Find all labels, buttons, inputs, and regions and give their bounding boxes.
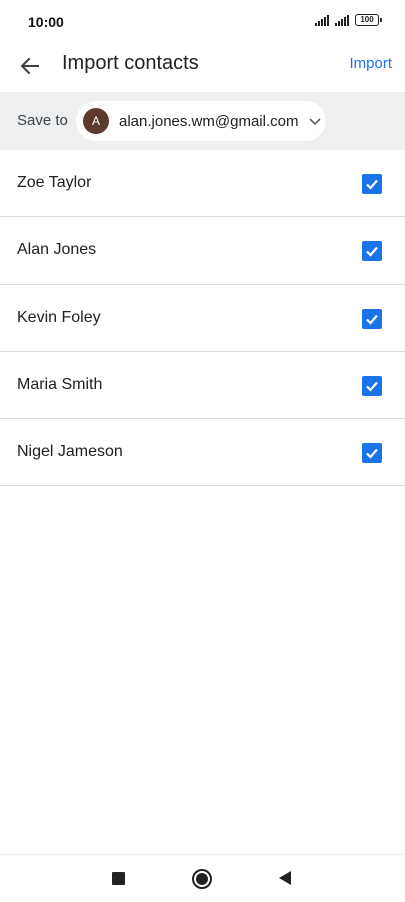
- square-icon[interactable]: [112, 872, 125, 885]
- arrow-left-icon: [20, 57, 39, 75]
- chevron-down-icon: [308, 114, 322, 128]
- account-selector[interactable]: A alan.jones.wm@gmail.com: [76, 101, 326, 141]
- checkbox-checked-icon[interactable]: [362, 241, 382, 262]
- list-item[interactable]: Maria Smith: [0, 352, 405, 420]
- contact-name: Maria Smith: [17, 375, 103, 393]
- status-icons: 100: [315, 14, 382, 26]
- checkbox-checked-icon[interactable]: [362, 174, 382, 194]
- status-bar: 10:00 100: [0, 0, 405, 42]
- save-to-bar: Save to A alan.jones.wm@gmail.com: [0, 92, 405, 150]
- import-button[interactable]: Import: [349, 55, 392, 72]
- page-title: Import contacts: [62, 52, 199, 74]
- list-item[interactable]: Alan Jones: [0, 217, 405, 285]
- checkbox-checked-icon[interactable]: [362, 443, 382, 464]
- contact-name: Nigel Jameson: [17, 443, 123, 461]
- list-item[interactable]: Zoe Taylor: [0, 150, 405, 218]
- system-nav-bar: [0, 854, 405, 902]
- account-email: alan.jones.wm@gmail.com: [119, 112, 299, 130]
- checkbox-checked-icon[interactable]: [362, 308, 382, 329]
- app-bar: Import contacts Import: [0, 42, 405, 92]
- contact-name: Alan Jones: [17, 241, 97, 259]
- contact-list: Zoe Taylor Alan Jones Kevin Foley Maria …: [0, 150, 405, 487]
- signal-icon: [315, 14, 331, 26]
- list-item[interactable]: Nigel Jameson: [0, 419, 405, 487]
- status-time: 10:00: [28, 14, 64, 30]
- avatar: A: [83, 108, 109, 134]
- list-item[interactable]: Kevin Foley: [0, 285, 405, 352]
- back-button[interactable]: [14, 50, 46, 82]
- circle-icon[interactable]: [192, 869, 212, 889]
- save-to-label: Save to: [17, 112, 68, 129]
- checkbox-checked-icon[interactable]: [362, 375, 382, 396]
- contact-name: Zoe Taylor: [17, 174, 92, 191]
- contact-name: Kevin Foley: [17, 308, 101, 326]
- triangle-back-icon[interactable]: [279, 871, 291, 885]
- battery-icon: 100: [355, 14, 382, 26]
- signal-icon: [335, 14, 351, 26]
